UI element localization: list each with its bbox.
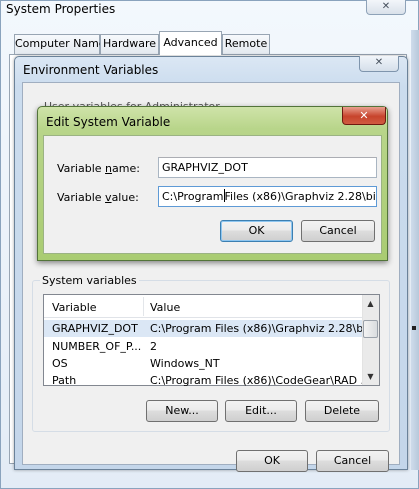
edit-system-variable-close-button[interactable]: ✕ xyxy=(342,107,386,125)
edit-ok-button[interactable]: OK xyxy=(220,220,293,242)
edit-system-variable-title: Edit System Variable xyxy=(46,115,171,129)
row-variable[interactable]: Path xyxy=(52,374,76,387)
tab-remote[interactable]: Remote xyxy=(222,34,270,54)
row-value[interactable]: C:\Program Files (x86)\CodeGear\RAD ... xyxy=(150,374,371,387)
tab-advanced[interactable]: Advanced xyxy=(159,31,222,55)
column-header-variable[interactable]: Variable xyxy=(52,301,97,314)
row-variable[interactable]: OS xyxy=(52,357,68,370)
edit-button[interactable]: Edit... xyxy=(225,400,297,422)
close-icon: ✕ xyxy=(374,57,384,68)
scroll-up-arrow-icon[interactable]: ▲ xyxy=(362,295,379,312)
variable-value-text: C:\Program xyxy=(162,190,224,203)
scroll-thumb[interactable] xyxy=(363,320,378,338)
close-icon: ✕ xyxy=(359,109,369,122)
row-variable[interactable]: GRAPHVIZ_DOT xyxy=(52,322,138,335)
new-button[interactable]: New... xyxy=(146,400,218,422)
row-value[interactable]: 2 xyxy=(150,340,157,353)
mouse-cursor-fragment xyxy=(412,326,416,330)
system-properties-frame-edge xyxy=(411,30,419,470)
variable-value-label: Variable value: xyxy=(57,191,139,204)
environment-variables-title: Environment Variables xyxy=(23,63,159,77)
system-properties-title: System Properties xyxy=(6,2,116,16)
edit-cancel-button[interactable]: Cancel xyxy=(301,220,375,242)
tab-computer-name[interactable]: Computer Name xyxy=(14,34,106,54)
variable-name-value: GRAPHVIZ_DOT xyxy=(162,161,248,174)
variable-name-label: Variable name: xyxy=(57,162,140,175)
variable-value-field[interactable]: C:\ProgramFiles (x86)\Graphviz 2.28\bin xyxy=(158,186,377,207)
row-value[interactable]: C:\Program Files (x86)\Graphviz 2.28\bin xyxy=(150,322,373,335)
delete-button[interactable]: Delete xyxy=(305,400,379,422)
row-variable[interactable]: NUMBER_OF_P... xyxy=(52,340,141,353)
row-value[interactable]: Windows_NT xyxy=(150,357,220,370)
close-icon: ✕ xyxy=(381,1,391,12)
environment-cancel-button[interactable]: Cancel xyxy=(316,450,389,472)
column-divider[interactable] xyxy=(143,297,144,316)
scroll-down-arrow-icon[interactable]: ▼ xyxy=(362,368,379,385)
variable-value-text-rest: Files (x86)\Graphviz 2.28\bin xyxy=(224,190,377,203)
tab-hardware[interactable]: Hardware xyxy=(100,34,159,54)
variable-name-field[interactable]: GRAPHVIZ_DOT xyxy=(158,157,377,178)
column-header-value[interactable]: Value xyxy=(150,301,180,314)
system-properties-close-button[interactable]: ✕ xyxy=(366,0,406,15)
environment-ok-button[interactable]: OK xyxy=(236,450,308,472)
system-variables-label: System variables xyxy=(40,274,139,287)
environment-variables-close-button[interactable]: ✕ xyxy=(359,56,399,72)
